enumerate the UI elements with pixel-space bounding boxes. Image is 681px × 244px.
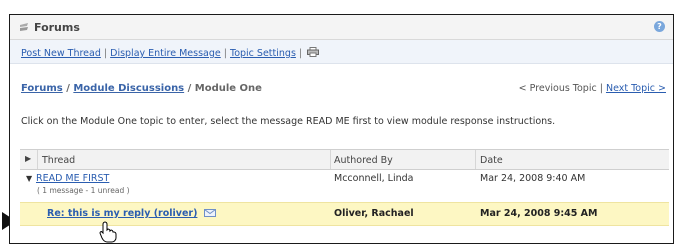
table-row-selected[interactable]: Re: this is my reply (roliver) Oliver, R…: [20, 202, 669, 226]
column-date[interactable]: Date: [480, 155, 503, 166]
envelope-icon: [203, 209, 216, 217]
hand-cursor-icon: [99, 221, 117, 243]
collapse-thread-icon[interactable]: ▼: [26, 174, 32, 183]
toolbar-separator: |: [103, 48, 108, 59]
forums-icon: [20, 23, 28, 31]
table-header: ▶ Thread Authored By Date: [20, 149, 669, 170]
breadcrumb-separator: /: [187, 83, 192, 94]
instructions-text: Click on the Module One topic to enter, …: [21, 116, 556, 127]
reply-subject-link[interactable]: Re: this is my reply (roliver): [47, 208, 197, 219]
breadcrumb-separator: /: [66, 83, 70, 94]
breadcrumb-module-discussions-link[interactable]: Module Discussions: [73, 83, 184, 94]
toolbar: Post New Thread | Display Entire Message…: [10, 40, 673, 64]
post-new-thread-link[interactable]: Post New Thread: [21, 48, 101, 59]
window-title: Forums: [34, 21, 80, 34]
title-bar: Forums ?: [10, 15, 673, 40]
previous-topic-text: < Previous Topic: [518, 83, 597, 94]
printer-icon[interactable]: [307, 47, 320, 57]
column-authored-by[interactable]: Authored By: [334, 155, 393, 166]
topic-navigation: < Previous Topic | Next Topic >: [519, 83, 666, 94]
breadcrumb-current: Module One: [194, 83, 262, 94]
thread-date: Mar 24, 2008 9:40 AM: [480, 173, 586, 184]
topic-settings-link[interactable]: Topic Settings: [230, 48, 296, 59]
toolbar-separator: |: [223, 48, 227, 59]
breadcrumb-forums-link[interactable]: Forums: [21, 83, 63, 94]
table-row: ▼ READ ME FIRST ( 1 message - 1 unread )…: [20, 170, 669, 200]
expand-all-icon[interactable]: ▶: [25, 154, 31, 163]
help-icon[interactable]: ?: [654, 21, 665, 32]
toolbar-separator: |: [298, 48, 303, 59]
reply-author: Oliver, Rachael: [334, 208, 414, 219]
thread-subject-link[interactable]: READ ME FIRST: [36, 173, 109, 184]
thread-author: Mcconnell, Linda: [334, 173, 414, 184]
breadcrumb: Forums / Module Discussions / Module One: [21, 83, 262, 94]
thread-message-count: ( 1 message - 1 unread ): [37, 186, 130, 195]
reply-date: Mar 24, 2008 9:45 AM: [480, 208, 598, 219]
display-entire-message-link[interactable]: Display Entire Message: [110, 48, 221, 59]
topic-nav-separator: |: [599, 83, 603, 94]
column-thread[interactable]: Thread: [42, 155, 75, 166]
next-topic-link[interactable]: Next Topic >: [606, 83, 666, 94]
forums-panel: Forums ? Post New Thread | Display Entir…: [9, 14, 674, 244]
